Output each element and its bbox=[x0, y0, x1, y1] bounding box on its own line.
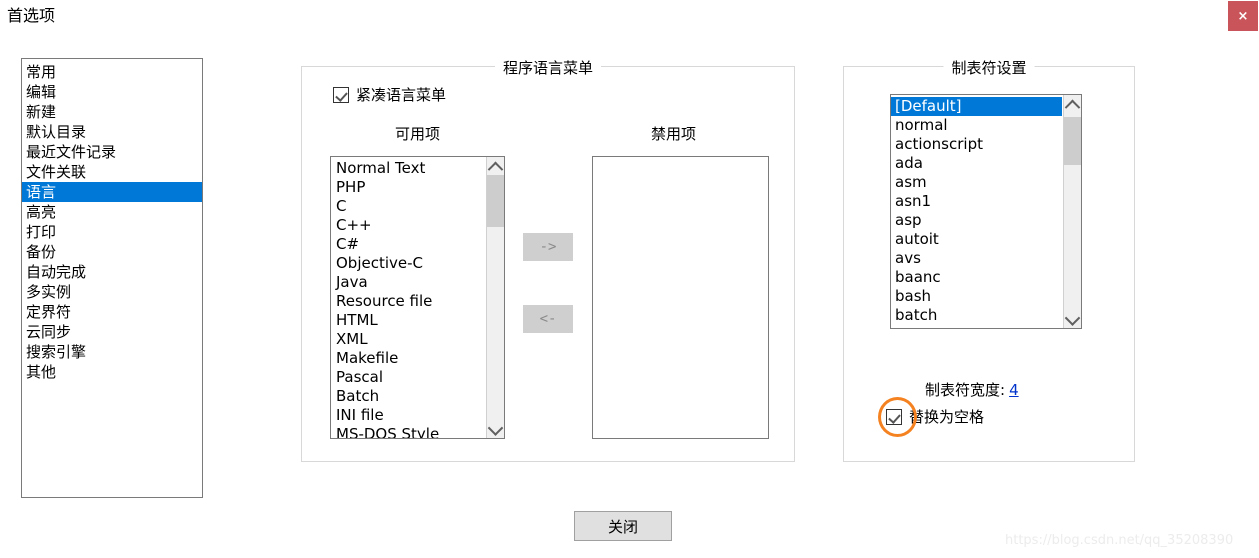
available-language-item[interactable]: XML bbox=[331, 330, 485, 349]
tab-settings-group-title: 制表符设置 bbox=[943, 58, 1035, 78]
checkbox-check-icon bbox=[333, 87, 349, 103]
watermark-text: https://blog.csdn.net/qq_35208390 bbox=[1005, 533, 1234, 548]
available-language-item[interactable]: PHP bbox=[331, 178, 485, 197]
sidebar-item[interactable]: 文件关联 bbox=[22, 162, 202, 182]
compact-language-menu-label: 紧凑语言菜单 bbox=[356, 86, 447, 104]
tab-language-item[interactable]: asm bbox=[891, 173, 1062, 192]
sidebar-item[interactable]: 其他 bbox=[22, 362, 202, 382]
sidebar-item[interactable]: 搜索引擎 bbox=[22, 342, 202, 362]
available-language-item[interactable]: C bbox=[331, 197, 485, 216]
tab-language-item[interactable]: [Default] bbox=[891, 97, 1062, 116]
tab-width-label: 制表符宽度: bbox=[925, 381, 1006, 399]
move-to-disabled-button[interactable]: -> bbox=[523, 233, 573, 261]
scrollbar-thumb[interactable] bbox=[487, 175, 504, 227]
available-language-item[interactable]: Objective-C bbox=[331, 254, 485, 273]
tab-language-item[interactable]: batch bbox=[891, 306, 1062, 325]
available-language-item[interactable]: Batch bbox=[331, 387, 485, 406]
sidebar-item[interactable]: 默认目录 bbox=[22, 122, 202, 142]
available-language-item[interactable]: Resource file bbox=[331, 292, 485, 311]
tab-language-item[interactable]: actionscript bbox=[891, 135, 1062, 154]
available-language-item[interactable]: HTML bbox=[331, 311, 485, 330]
tab-language-item[interactable]: ada bbox=[891, 154, 1062, 173]
tab-language-item[interactable]: asn1 bbox=[891, 192, 1062, 211]
available-language-item[interactable]: C# bbox=[331, 235, 485, 254]
sidebar-item[interactable]: 备份 bbox=[22, 242, 202, 262]
tab-width-value[interactable]: 4 bbox=[1009, 381, 1019, 399]
sidebar-item[interactable]: 最近文件记录 bbox=[22, 142, 202, 162]
disabled-items-caption: 禁用项 bbox=[651, 125, 697, 143]
close-dialog-button[interactable]: 关闭 bbox=[574, 511, 672, 541]
available-language-item[interactable]: MS-DOS Style bbox=[331, 425, 485, 438]
tab-language-item[interactable]: avs bbox=[891, 249, 1062, 268]
scroll-up-icon[interactable] bbox=[487, 157, 504, 177]
sidebar-item[interactable]: 多实例 bbox=[22, 282, 202, 302]
checkbox-check-icon bbox=[886, 409, 902, 425]
close-icon: × bbox=[1237, 8, 1249, 24]
tab-language-item[interactable]: bash bbox=[891, 287, 1062, 306]
sidebar-item[interactable]: 常用 bbox=[22, 62, 202, 82]
scrollbar-thumb[interactable] bbox=[1064, 117, 1081, 165]
compact-language-menu-checkbox[interactable]: 紧凑语言菜单 bbox=[333, 86, 446, 104]
tab-language-item[interactable]: autoit bbox=[891, 230, 1062, 249]
tab-list-scrollbar[interactable] bbox=[1063, 95, 1081, 328]
replace-with-space-checkbox[interactable]: 替换为空格 bbox=[886, 408, 984, 426]
available-language-item[interactable]: Normal Text bbox=[331, 159, 485, 178]
tab-width-row: 制表符宽度: 4 bbox=[925, 380, 1019, 400]
available-language-item[interactable]: C++ bbox=[331, 216, 485, 235]
available-language-item[interactable]: Makefile bbox=[331, 349, 485, 368]
available-language-item[interactable]: Pascal bbox=[331, 368, 485, 387]
tab-language-item[interactable]: asp bbox=[891, 211, 1062, 230]
available-languages-list[interactable]: Normal Text PHP C C++ C# Objective-C Java Resou… bbox=[330, 156, 505, 439]
move-to-available-button[interactable]: <- bbox=[523, 305, 573, 333]
available-items-caption: 可用项 bbox=[395, 125, 441, 143]
page-title: 首选项 bbox=[7, 6, 56, 25]
tab-settings-language-list[interactable]: [Default] normal actionscript ada asm asn1 asp… bbox=[890, 94, 1082, 329]
sidebar-item[interactable]: 定界符 bbox=[22, 302, 202, 322]
available-language-item[interactable]: INI file bbox=[331, 406, 485, 425]
sidebar-item[interactable]: 自动完成 bbox=[22, 262, 202, 282]
sidebar-item[interactable]: 语言 bbox=[22, 182, 202, 202]
close-dialog-label: 关闭 bbox=[607, 517, 638, 536]
arrow-right-label: -> bbox=[539, 239, 557, 255]
scroll-down-icon[interactable] bbox=[1064, 309, 1081, 328]
sidebar-item[interactable]: 新建 bbox=[22, 102, 202, 122]
available-language-item[interactable]: Java bbox=[331, 273, 485, 292]
sidebar-item[interactable]: 编辑 bbox=[22, 82, 202, 102]
language-menu-group-title: 程序语言菜单 bbox=[494, 58, 602, 78]
scroll-down-icon[interactable] bbox=[487, 419, 504, 438]
scroll-up-icon[interactable] bbox=[1064, 95, 1081, 115]
arrow-left-label: <- bbox=[539, 311, 557, 327]
replace-with-space-label: 替换为空格 bbox=[909, 408, 985, 426]
disabled-languages-list[interactable] bbox=[592, 156, 769, 439]
tab-language-item[interactable]: normal bbox=[891, 116, 1062, 135]
window-close-button[interactable]: × bbox=[1228, 1, 1258, 31]
tab-language-item[interactable]: baanc bbox=[891, 268, 1062, 287]
available-list-scrollbar[interactable] bbox=[486, 157, 504, 438]
settings-category-list[interactable]: 常用 编辑 新建 默认目录 最近文件记录 文件关联 语言 高亮 打印 备份 自动完成 多实例 定界符 云同… bbox=[21, 58, 203, 498]
sidebar-item[interactable]: 打印 bbox=[22, 222, 202, 242]
sidebar-item[interactable]: 高亮 bbox=[22, 202, 202, 222]
sidebar-item[interactable]: 云同步 bbox=[22, 322, 202, 342]
